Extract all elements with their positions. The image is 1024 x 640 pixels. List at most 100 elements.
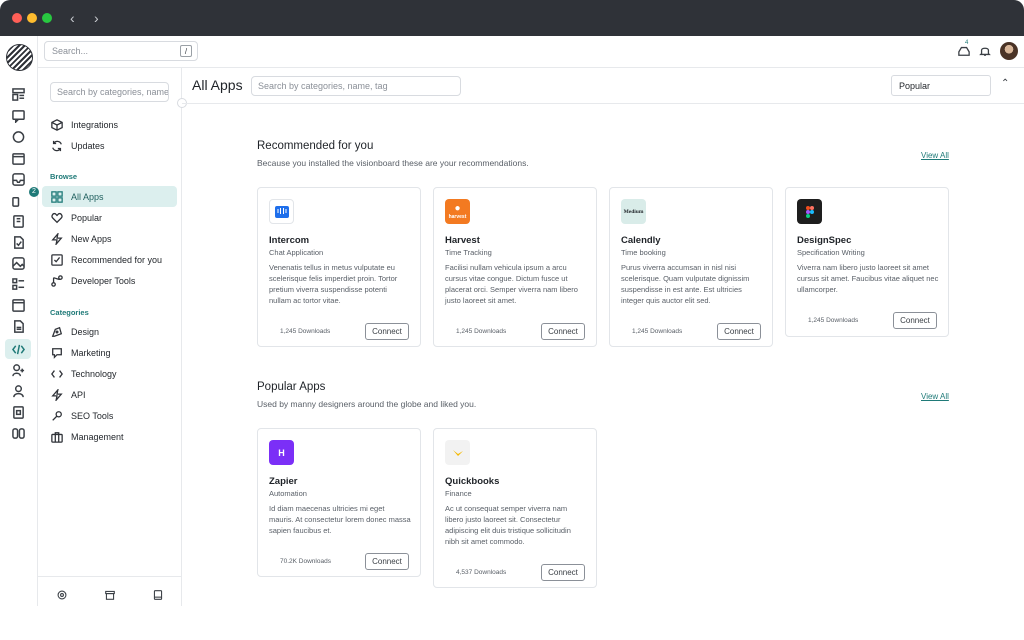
close-window-button[interactable] [12,13,22,23]
app-card-designspec[interactable]: DesignSpec Specification Writing Viverra… [785,187,949,337]
global-search-input[interactable]: Search... / [44,41,198,61]
grid-icon[interactable] [8,424,28,442]
settings-icon[interactable] [57,587,69,600]
app-card-zapier[interactable]: H Zapier Automation Id diam maecenas ult… [257,428,421,577]
message-icon[interactable] [8,107,28,125]
connect-button[interactable]: Connect [365,553,409,570]
user-avatar[interactable] [1000,42,1018,60]
sidebar-item-all-apps[interactable]: All Apps [42,186,177,207]
sidebar-item-label: Popular [71,212,103,223]
figma-logo-icon [797,199,822,224]
minimize-window-button[interactable] [27,13,37,23]
sidebar-item-new-apps[interactable]: New Apps [42,228,177,249]
app-name: Harvest [445,235,480,246]
app-logo[interactable] [6,44,33,71]
harvest-logo-icon: ● harvest [445,199,470,224]
app-search-placeholder: Search by categories, name, tag [258,81,388,91]
download-count: 1,245 Downloads [632,328,683,335]
app-description: Facilisi nullam vehicula ipsum a arcu cu… [445,263,578,305]
app-card-quickbooks[interactable]: Quickbooks Finance Ac ut consequat sempe… [433,428,597,588]
sidebar-item-label: Developer Tools [71,275,136,286]
connect-button[interactable]: Connect [893,312,937,329]
browse-heading: Browse [50,172,78,181]
app-description: Purus viverra accumsan in nisl nisi scel… [621,263,750,305]
cube-icon [51,118,63,131]
app-name: Calendly [621,235,661,246]
sidebar-item-integrations[interactable]: Integrations [42,114,177,135]
sidebar-item-recommended[interactable]: Recommended for you [42,249,177,270]
sidebar-item-label: Design [71,326,100,337]
download-count: 1,245 Downloads [280,328,331,335]
chat-square-icon [52,347,62,359]
popular-view-all-link[interactable]: View All [921,392,949,401]
sidebar-item-label: Recommended for you [71,254,163,265]
sidebar-item-label: SEO Tools [71,410,114,421]
sidebar-item-updates[interactable]: Updates [42,135,177,156]
forward-arrow-icon[interactable]: › [94,9,99,27]
document-icon[interactable] [8,212,28,230]
app-search-input[interactable]: Search by categories, name, tag [251,76,461,96]
code-icon[interactable] [5,339,31,359]
intercom-logo-icon [269,199,294,224]
connect-button[interactable]: Connect [541,564,585,581]
download-count: 1,245 Downloads [456,328,507,335]
app-card-calendly[interactable]: Medium Calendly Time booking Purus viver… [609,187,773,347]
browser-icon[interactable] [8,296,28,314]
list-icon[interactable] [8,275,28,293]
app-category: Automation [269,489,307,498]
app-category: Chat Application [269,248,324,257]
sidebar-search-input[interactable]: Search by categories, name, tag [50,82,169,102]
calendar-icon[interactable] [8,149,28,167]
bell-icon[interactable] [979,44,993,58]
notes-icon[interactable] [8,317,28,335]
briefcase-icon [51,431,63,443]
popular-subtitle: Used by manny designers around the globe… [257,399,477,409]
sidebar-item-developer-tools[interactable]: Developer Tools [42,270,177,291]
recommended-view-all-link[interactable]: View All [921,151,949,160]
refresh-icon [52,140,62,151]
sort-select[interactable]: Popular [891,75,991,96]
chat-bubble-icon[interactable] [8,128,28,146]
sidebar-item-marketing[interactable]: Marketing [42,342,177,363]
download-count: 70.2K Downloads [280,558,331,565]
add-user-icon[interactable] [8,361,28,379]
chevron-up-icon[interactable]: ⌃ [1001,78,1009,89]
app-card-harvest[interactable]: ● harvest Harvest Time Tracking Facilisi … [433,187,597,347]
app-description: Ac ut consequat semper viverra nam liber… [445,504,571,546]
app-description: Venenatis tellus in metus vulputate eu s… [269,263,398,305]
app-category: Time booking [621,248,666,257]
file-check-icon[interactable] [8,233,28,251]
dashboard-icon[interactable] [8,85,28,103]
inbox-icon[interactable] [8,170,28,188]
chats-icon[interactable]: 2 [8,187,39,209]
harvest-logo-text: harvest [448,213,467,220]
app-name: Intercom [269,235,310,246]
sidebar-item-label: Management [71,431,124,442]
report-icon[interactable] [8,403,28,421]
app-card-intercom[interactable]: Intercom Chat Application Venenatis tell… [257,187,421,347]
categories-heading: Categories [50,308,89,317]
sidebar-item-design[interactable]: Design [42,321,177,342]
sidebar-item-management[interactable]: Management [42,426,177,447]
user-icon[interactable] [8,382,28,400]
wrench-icon [52,410,62,421]
app-description: Id diam maecenas ultricies mi eget mauri… [269,504,411,535]
sidebar-item-popular[interactable]: Popular [42,207,177,228]
page-title: All Apps [192,77,243,93]
sidebar-item-technology[interactable]: Technology [42,363,177,384]
archive-icon[interactable] [105,587,117,600]
inbox-tray-icon[interactable]: 4 [958,40,972,58]
notification-count: 4 [965,40,969,46]
book-icon[interactable] [153,587,165,600]
connect-button[interactable]: Connect [717,323,761,340]
sidebar-footer [38,576,181,606]
connect-button[interactable]: Connect [541,323,585,340]
back-arrow-icon[interactable]: ‹ [70,9,75,27]
sidebar-item-api[interactable]: API [42,384,177,405]
image-icon[interactable] [8,254,28,272]
sidebar-item-label: Integrations [71,119,119,130]
connect-button[interactable]: Connect [365,323,409,340]
maximize-window-button[interactable] [42,13,52,23]
sidebar-item-seo-tools[interactable]: SEO Tools [42,405,177,426]
app-description: Viverra nam libero justo laoreet sit ame… [797,263,939,294]
